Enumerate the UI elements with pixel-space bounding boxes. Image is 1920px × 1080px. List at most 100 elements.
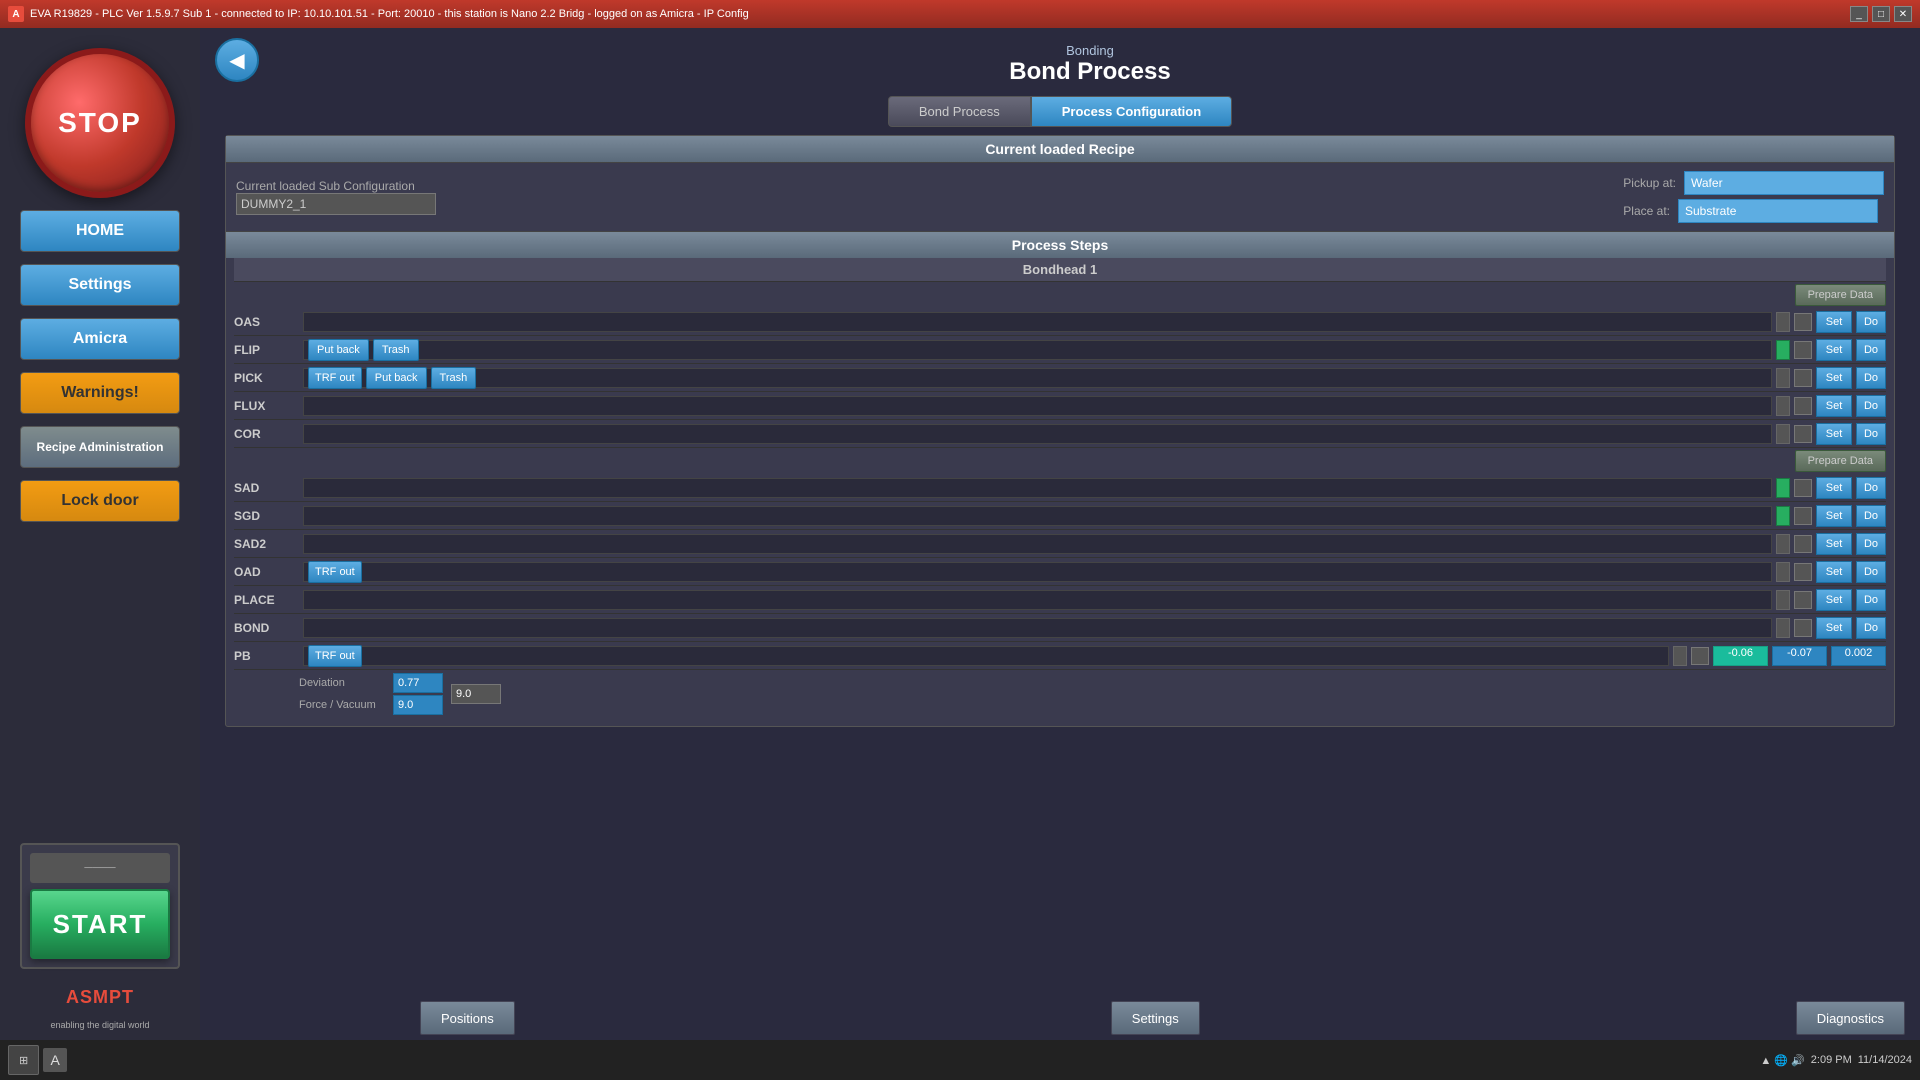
bond-do-button[interactable]: Do: [1856, 617, 1886, 639]
flux-do-button[interactable]: Do: [1856, 395, 1886, 417]
close-button[interactable]: ✕: [1894, 6, 1912, 22]
step-row-sgd: SGD Set Do: [234, 502, 1886, 530]
sad2-bar: [303, 534, 1772, 554]
pick-trf-button[interactable]: TRF out: [308, 367, 362, 389]
oas-do-button[interactable]: Do: [1856, 311, 1886, 333]
maximize-button[interactable]: □: [1872, 6, 1890, 22]
bond-process-tab[interactable]: Bond Process: [888, 96, 1031, 127]
app-icon: A: [8, 6, 24, 22]
bond-set-button[interactable]: Set: [1816, 617, 1852, 639]
pb-bar: TRF out: [303, 646, 1669, 666]
step-row-flux: FLUX Set Do: [234, 392, 1886, 420]
bond-bar: [303, 618, 1772, 638]
pb-label: PB: [234, 649, 299, 663]
flux-checkbox[interactable]: [1794, 397, 1812, 415]
place-indicator: [1776, 590, 1790, 610]
sad2-do-button[interactable]: Do: [1856, 533, 1886, 555]
start-menu-button[interactable]: ⊞: [8, 1045, 39, 1075]
flip-checkbox[interactable]: [1794, 341, 1812, 359]
pick-putback-button[interactable]: Put back: [366, 367, 427, 389]
oad-do-button[interactable]: Do: [1856, 561, 1886, 583]
sad-set-button[interactable]: Set: [1816, 477, 1852, 499]
oad-trf-button[interactable]: TRF out: [308, 561, 362, 583]
sad-indicator: [1776, 478, 1790, 498]
sgd-bar: [303, 506, 1772, 526]
step-row-pb: PB TRF out -0.06 -0.07 0.002: [234, 642, 1886, 670]
sub-config-input[interactable]: [236, 193, 436, 215]
stop-button[interactable]: STOP: [25, 48, 175, 198]
force-vacuum-label: Force / Vacuum: [299, 699, 389, 711]
page-header-sub: Bonding: [275, 43, 1905, 58]
cor-label: COR: [234, 427, 299, 441]
place-checkbox[interactable]: [1794, 591, 1812, 609]
flux-bar: [303, 396, 1772, 416]
cor-do-button[interactable]: Do: [1856, 423, 1886, 445]
pb-val-1[interactable]: -0.06: [1713, 646, 1768, 666]
lock-door-button[interactable]: Lock door: [20, 480, 180, 522]
sad2-checkbox[interactable]: [1794, 535, 1812, 553]
place-row: Place at: Substrate: [1623, 199, 1884, 223]
pb-trf-button[interactable]: TRF out: [308, 645, 362, 667]
prepare-data-button-1[interactable]: Prepare Data: [1795, 284, 1886, 306]
oad-set-button[interactable]: Set: [1816, 561, 1852, 583]
pick-label: PICK: [234, 371, 299, 385]
bond-checkbox[interactable]: [1794, 619, 1812, 637]
place-do-button[interactable]: Do: [1856, 589, 1886, 611]
settings-nav-button[interactable]: Settings: [20, 264, 180, 306]
force-vacuum-value: 9.0: [393, 695, 443, 715]
pick-do-button[interactable]: Do: [1856, 367, 1886, 389]
flip-trash-button[interactable]: Trash: [373, 339, 419, 361]
prepare-data-row-1: Prepare Data: [234, 282, 1886, 308]
home-button[interactable]: HOME: [20, 210, 180, 252]
positions-button[interactable]: Positions: [420, 1001, 515, 1035]
sgd-checkbox[interactable]: [1794, 507, 1812, 525]
sad-do-button[interactable]: Do: [1856, 477, 1886, 499]
pick-checkbox[interactable]: [1794, 369, 1812, 387]
cor-checkbox[interactable]: [1794, 425, 1812, 443]
oad-checkbox[interactable]: [1794, 563, 1812, 581]
step-row-pick: PICK TRF out Put back Trash Set Do: [234, 364, 1886, 392]
sgd-indicator: [1776, 506, 1790, 526]
pb-val-3[interactable]: 0.002: [1831, 646, 1886, 666]
recipe-admin-button[interactable]: Recipe Administration: [20, 426, 180, 468]
place-value: Substrate: [1678, 199, 1878, 223]
sgd-do-button[interactable]: Do: [1856, 505, 1886, 527]
step-row-bond: BOND Set Do: [234, 614, 1886, 642]
step-row-cor: COR Set Do: [234, 420, 1886, 448]
pb-val-2[interactable]: -0.07: [1772, 646, 1827, 666]
deviation-force-row: Deviation 0.77 Force / Vacuum 9.0 9.0: [299, 670, 1886, 718]
sgd-set-button[interactable]: Set: [1816, 505, 1852, 527]
settings-bottom-button[interactable]: Settings: [1111, 1001, 1200, 1035]
warnings-button[interactable]: Warnings!: [20, 372, 180, 414]
flip-do-button[interactable]: Do: [1856, 339, 1886, 361]
sad2-set-button[interactable]: Set: [1816, 533, 1852, 555]
pb-checkbox[interactable]: [1691, 647, 1709, 665]
system-tray: ▲ 🌐 🔊: [1760, 1054, 1804, 1067]
main-content: ◀ Bonding Bond Process Bond Process Proc…: [200, 28, 1920, 1040]
cor-set-button[interactable]: Set: [1816, 423, 1852, 445]
sad-label: SAD: [234, 481, 299, 495]
taskbar-app-icon[interactable]: A: [43, 1048, 67, 1072]
process-config-tab[interactable]: Process Configuration: [1031, 96, 1232, 127]
oas-bar: [303, 312, 1772, 332]
diagnostics-button[interactable]: Diagnostics: [1796, 1001, 1905, 1035]
minimize-button[interactable]: _: [1850, 6, 1868, 22]
back-button[interactable]: ◀: [215, 38, 259, 82]
place-set-button[interactable]: Set: [1816, 589, 1852, 611]
title-bar-controls[interactable]: _ □ ✕: [1850, 6, 1912, 22]
oas-set-button[interactable]: Set: [1816, 311, 1852, 333]
oas-checkbox[interactable]: [1794, 313, 1812, 331]
flip-set-button[interactable]: Set: [1816, 339, 1852, 361]
prepare-data-button-2[interactable]: Prepare Data: [1795, 450, 1886, 472]
pick-set-button[interactable]: Set: [1816, 367, 1852, 389]
amicra-button[interactable]: Amicra: [20, 318, 180, 360]
place-bar: [303, 590, 1772, 610]
pick-trash-button[interactable]: Trash: [431, 367, 477, 389]
sad-checkbox[interactable]: [1794, 479, 1812, 497]
flip-label: FLIP: [234, 343, 299, 357]
flux-set-button[interactable]: Set: [1816, 395, 1852, 417]
start-button[interactable]: START: [30, 889, 170, 959]
step-row-place: PLACE Set Do: [234, 586, 1886, 614]
flip-bar: Put back Trash: [303, 340, 1772, 360]
flip-putback-button[interactable]: Put back: [308, 339, 369, 361]
